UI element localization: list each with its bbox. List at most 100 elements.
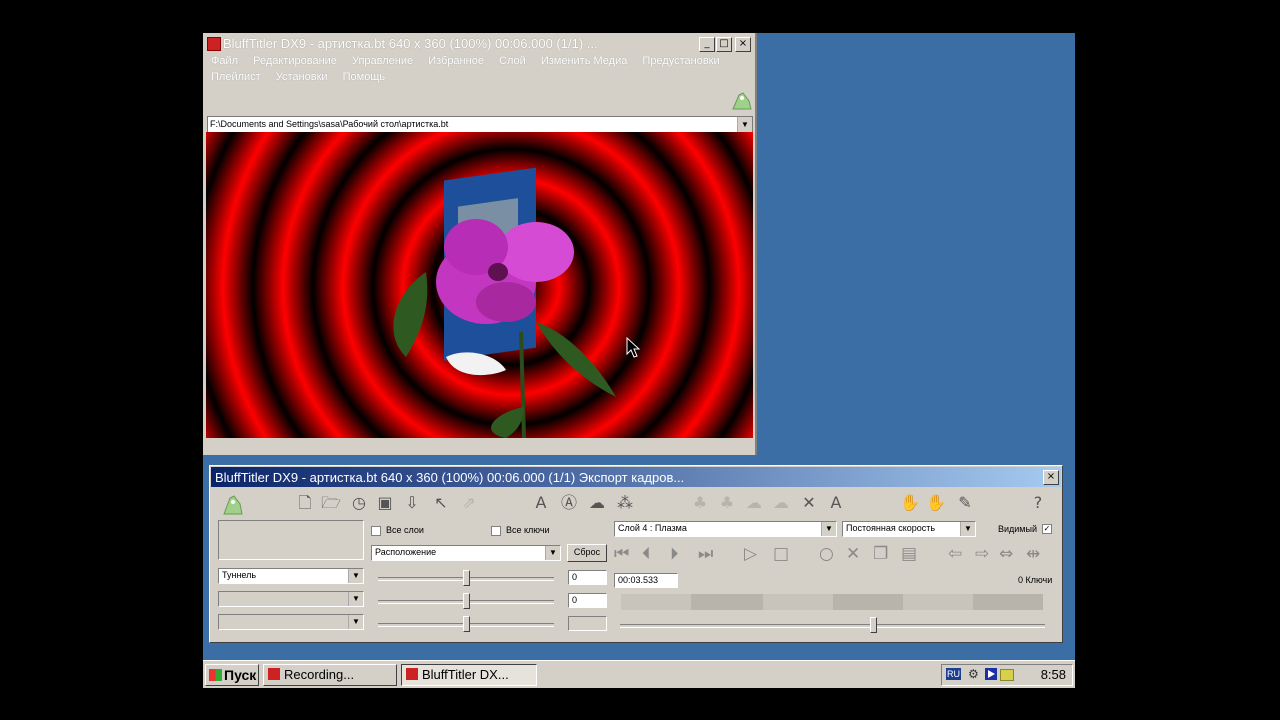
stretch-keys-icon[interactable]: ⇔ (999, 544, 1013, 564)
time-field[interactable]: 00:03.533 (614, 573, 678, 588)
media-icon[interactable] (985, 668, 997, 680)
menu-bar-row1: Файл Редактирование Управление Избранное… (211, 55, 732, 67)
prev-key-icon[interactable]: ⇦ (948, 544, 962, 564)
minimize-button[interactable]: _ (699, 37, 715, 52)
preview-window-titlebar[interactable]: BluffTitler DX9 - артистка.bt 640 x 360 … (203, 33, 755, 55)
menu-playlist[interactable]: Плейлист (211, 71, 261, 83)
layer-select-value: Слой 4 : Плазма (618, 523, 687, 533)
reset-button[interactable]: Сброс (567, 544, 607, 562)
preview-status-strip (203, 439, 755, 455)
slider-thumb-1[interactable] (463, 570, 470, 586)
effect-icon-2: ♣ (719, 493, 735, 512)
delete-key-icon[interactable]: ✕ (846, 544, 860, 564)
slider-thumb-3[interactable] (463, 616, 470, 632)
text-box-icon[interactable]: Ⓐ (559, 493, 579, 513)
chevron-down-icon[interactable]: ▼ (737, 117, 752, 132)
menu-media[interactable]: Изменить Медиа (541, 55, 628, 67)
language-indicator[interactable]: RU (946, 668, 961, 680)
checkbox-box[interactable] (491, 525, 501, 536)
pointer-icon[interactable]: ↖ (431, 493, 451, 513)
close-button[interactable]: × (735, 37, 751, 52)
empty-select-2: ▼ (218, 614, 364, 630)
menu-help[interactable]: Помощь (343, 71, 386, 83)
value-input-2[interactable]: 0 (568, 593, 607, 608)
particles-icon[interactable]: ⁂ (615, 493, 635, 513)
key-segment-2 (833, 594, 903, 610)
chevron-down-icon[interactable]: ▼ (545, 546, 560, 560)
record-key-icon[interactable]: ○ (819, 544, 834, 564)
help-icon[interactable]: ? (1028, 493, 1048, 513)
chevron-down-icon[interactable]: ▼ (960, 522, 975, 536)
chevron-down-icon[interactable]: ▼ (821, 522, 836, 536)
chevron-down-icon[interactable]: ▼ (348, 569, 363, 583)
copy-key-icon[interactable]: ❐ (873, 544, 888, 564)
empty-select-1: ▼ (218, 591, 364, 607)
next-key-icon[interactable]: ⇨ (975, 544, 989, 564)
shape-icon[interactable]: ☁ (587, 493, 607, 513)
paste-key-icon[interactable]: ▤ (901, 544, 917, 564)
play-icon (988, 670, 995, 678)
effect-select[interactable]: Туннель ▼ (218, 568, 364, 584)
new-file-icon[interactable]: 🗋 (295, 493, 315, 513)
layer-preview-box (218, 520, 364, 560)
effect-icon-1: ♣ (692, 493, 708, 512)
file-path-text: F:\Documents and Settings\sasa\Рабочий с… (210, 119, 449, 129)
app-icon (207, 37, 221, 51)
menu-edit[interactable]: Редактирование (253, 55, 337, 67)
close-button[interactable]: × (1043, 470, 1059, 485)
frame-icon[interactable]: ▣ (375, 493, 395, 513)
all-layers-checkbox[interactable]: Все слои (371, 525, 424, 536)
menu-settings[interactable]: Установки (276, 71, 328, 83)
go-to-start-icon[interactable]: ⏮ (614, 544, 629, 564)
taskbar: Пуск Recording... BluffTitler DX... RU ⚙… (203, 660, 1075, 688)
speed-select[interactable]: Постоянная скорость ▼ (842, 521, 976, 537)
timeline-thumb[interactable] (870, 617, 877, 633)
export-icon: ⇗ (462, 493, 476, 512)
clock-icon[interactable]: ◷ (349, 493, 369, 513)
open-folder-icon[interactable]: 🗁 (321, 493, 341, 513)
all-keys-checkbox[interactable]: Все ключи (491, 525, 550, 536)
settings-icon[interactable]: ⚙ (968, 667, 979, 681)
window-title: BluffTitler DX9 - артистка.bt 640 x 360 … (223, 36, 598, 51)
stop-icon[interactable]: □ (773, 544, 789, 564)
property-select[interactable]: Расположение ▼ (371, 545, 561, 561)
import-icon[interactable]: ⇩ (402, 493, 422, 513)
taskbar-recording[interactable]: Recording... (263, 664, 397, 686)
control-panel-titlebar[interactable]: BluffTitler DX9 - артистка.bt 640 x 360 … (211, 467, 1061, 487)
checkbox-box[interactable] (371, 525, 381, 536)
delete-layer-icon[interactable]: ✕ (799, 493, 819, 513)
menu-favorites[interactable]: Избранное (428, 55, 484, 67)
preview-window: BluffTitler DX9 - артистка.bt 640 x 360 … (203, 33, 757, 455)
menu-layer[interactable]: Слой (499, 55, 526, 67)
slider-thumb-2[interactable] (463, 593, 470, 609)
wand-icon[interactable]: ✎ (955, 493, 975, 513)
effect-icon-4: ☁ (773, 493, 789, 512)
preview-viewport[interactable] (206, 132, 753, 438)
copy-layer-icon[interactable]: A (826, 493, 846, 513)
time-field-text: 00:03.533 (618, 575, 659, 585)
start-button[interactable]: Пуск (205, 664, 259, 686)
menu-file[interactable]: Файл (211, 55, 238, 67)
previous-frame-icon[interactable]: ⏴ (642, 544, 651, 564)
mascot-icon (732, 92, 752, 110)
text-layer-icon[interactable]: A (531, 493, 551, 513)
next-frame-icon[interactable]: ⏵ (670, 544, 679, 564)
play-icon[interactable]: ▷ (744, 544, 757, 564)
shrink-keys-icon[interactable]: ⇹ (1026, 544, 1040, 564)
taskbar-blufftitler[interactable]: BluffTitler DX... (401, 664, 537, 686)
menu-control[interactable]: Управление (352, 55, 413, 67)
file-path-combo[interactable]: F:\Documents and Settings\sasa\Рабочий с… (207, 116, 753, 133)
go-to-end-icon[interactable]: ⏭ (698, 544, 713, 564)
network-icon[interactable] (1000, 669, 1014, 681)
keyframe-bar[interactable] (621, 594, 1043, 610)
value-input-1[interactable]: 0 (568, 570, 607, 585)
all-keys-label: Все ключи (506, 525, 550, 535)
layer-select[interactable]: Слой 4 : Плазма ▼ (614, 521, 837, 537)
menu-presets[interactable]: Предустановки (642, 55, 719, 67)
maximize-button[interactable]: □ (716, 37, 732, 52)
taskbar-recording-label: Recording... (284, 667, 355, 682)
checkbox-box[interactable]: ✓ (1042, 523, 1052, 534)
value-input-1-text: 0 (572, 572, 578, 582)
visible-checkbox[interactable]: ✓ (1042, 523, 1057, 534)
clock: 8:58 (1040, 667, 1066, 682)
